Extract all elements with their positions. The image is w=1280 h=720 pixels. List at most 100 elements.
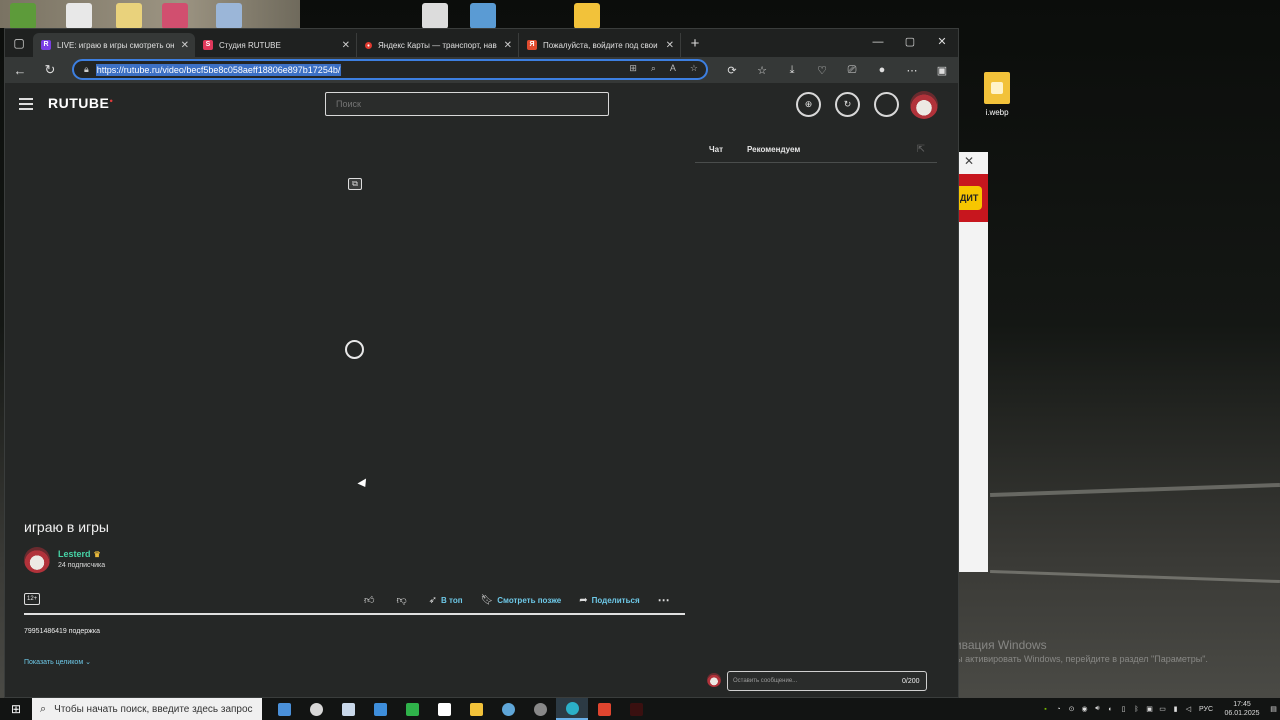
tray-app-icon[interactable]: ◐ <box>1104 706 1117 713</box>
lock-icon[interactable]: 🔒︎ <box>84 64 89 75</box>
app-taskbar-icon[interactable] <box>300 698 332 720</box>
tab-rutube-studio[interactable]: S Студия RUTUBE ✕ <box>195 33 357 57</box>
more-icon[interactable]: ⋯ <box>897 64 927 77</box>
tab-rutube-live[interactable]: R LIVE: играю в игры смотреть он ✕ <box>33 33 195 57</box>
tab-chat[interactable]: Чат <box>709 145 723 154</box>
tray-app-icon[interactable]: ◔ <box>1052 706 1065 713</box>
screenshot-icon[interactable]: ⎚ <box>837 64 867 77</box>
nvidia-icon[interactable]: ▪ <box>1039 706 1052 713</box>
app-taskbar-icon[interactable] <box>524 698 556 720</box>
studio-favicon-icon: S <box>203 40 213 50</box>
back-icon[interactable]: ← <box>5 63 35 78</box>
url-input[interactable]: 🔒︎ https://rutube.ru/video/becf5be8c058a… <box>72 59 708 80</box>
app-taskbar-icon[interactable] <box>620 698 652 720</box>
notifications-icon[interactable]: ↻ <box>835 92 860 117</box>
webp-file-icon[interactable]: i.webp <box>980 72 1014 117</box>
explorer-taskbar-icon[interactable] <box>460 698 492 720</box>
profile-icon[interactable]: ● <box>867 64 897 76</box>
menu-icon[interactable] <box>19 98 33 113</box>
extensions-icon[interactable]: ⟳ <box>717 64 747 77</box>
share-icon: ➦ <box>579 594 588 606</box>
to-top-button[interactable]: ➶ В топ <box>429 595 463 606</box>
favorites-icon[interactable]: ☆ <box>747 64 777 77</box>
share-button[interactable]: ➦ Поделиться <box>579 595 639 606</box>
background-window[interactable]: ✕ ДИТ <box>958 152 988 572</box>
read-aloud-icon[interactable]: A <box>670 63 676 74</box>
taskbar-search[interactable]: ⌕ Чтобы начать поиск, введите здесь запр… <box>32 698 262 720</box>
minecraft-desktop-icon[interactable] <box>10 3 36 29</box>
avatar[interactable] <box>910 91 938 119</box>
battery-icon[interactable]: ▮ <box>1169 705 1182 713</box>
show-all-label: Показать целиком <box>24 659 84 666</box>
close-tab-icon[interactable]: ✕ <box>342 40 350 51</box>
notepad-taskbar-icon[interactable] <box>332 698 364 720</box>
language-indicator[interactable]: РУС <box>1195 706 1217 713</box>
performance-icon[interactable]: ♡ <box>807 64 837 77</box>
app-desktop-icon[interactable] <box>162 3 188 29</box>
upload-icon[interactable]: ⊕ <box>796 92 821 117</box>
image-desktop-icon[interactable] <box>470 3 496 29</box>
close-tab-icon[interactable]: ✕ <box>504 40 512 51</box>
tray-app-icon[interactable]: ◉ <box>1078 705 1091 713</box>
new-tab-button[interactable]: + <box>683 35 707 52</box>
favorite-star-icon[interactable]: ☆ <box>690 63 698 74</box>
speaker-icon[interactable]: 🔊︎ <box>1091 705 1104 713</box>
image-file-icon <box>984 72 1010 104</box>
clock[interactable]: 17:45 06.01.2025 <box>1217 700 1267 718</box>
folder-desktop-icon[interactable] <box>116 3 142 29</box>
channel-name[interactable]: Lesterd ♛ <box>58 549 101 559</box>
activation-watermark: Активация Windows Чтобы активировать Win… <box>936 638 1208 666</box>
browser-toolbar: ⟳ ☆ ⤓ ♡ ⎚ ● ⋯ ▣ <box>717 57 957 83</box>
task-view-icon[interactable] <box>268 698 300 720</box>
like-button[interactable]: 👍︎ <box>364 594 378 606</box>
app-taskbar-icon[interactable] <box>396 698 428 720</box>
maximize-icon[interactable]: ▢ <box>894 29 926 57</box>
app-available-icon[interactable]: ⊞ <box>629 63 637 74</box>
sidebar-icon[interactable]: ▣ <box>927 64 957 77</box>
tab-yandex-maps[interactable]: • Яндекс Карты — транспорт, нав ✕ <box>357 33 519 57</box>
close-icon[interactable]: ✕ <box>964 154 974 168</box>
zoom-icon[interactable]: ⌕ <box>651 63 656 74</box>
dislike-button[interactable]: 👎︎ <box>396 594 410 606</box>
picture-in-picture-icon[interactable]: ⧉ <box>348 178 362 190</box>
chat-message-input[interactable]: Оставить сообщение... <box>727 671 927 691</box>
downloads-icon[interactable]: ⤓ <box>777 64 807 77</box>
popout-icon[interactable]: ⇱ <box>917 144 925 155</box>
show-all-link[interactable]: Показать целиком ⌄ <box>24 658 91 666</box>
minimize-icon[interactable]: — <box>862 29 894 57</box>
webp-desktop-icon[interactable] <box>574 3 600 29</box>
channel-avatar[interactable] <box>24 547 50 573</box>
rutube-logo[interactable]: RUTUBE● <box>48 95 113 111</box>
close-window-icon[interactable]: ✕ <box>926 29 958 57</box>
bluetooth-icon[interactable]: ᛒ <box>1130 706 1143 713</box>
tray-app-icon[interactable]: ⊙ <box>1065 705 1078 713</box>
search-input[interactable] <box>325 92 609 116</box>
tray-app-icon[interactable]: ▣ <box>1143 705 1156 713</box>
watch-later-button[interactable]: 🔖︎ Смотреть позже <box>481 595 562 606</box>
tray-app-icon[interactable]: ▯ <box>1117 705 1130 713</box>
subscriber-count: 24 подписчика <box>58 562 106 569</box>
video-player[interactable]: ⧉ <box>5 123 695 518</box>
url-text[interactable]: https://rutube.ru/video/becf5be8c058aeff… <box>95 63 342 76</box>
app-taskbar-icon[interactable] <box>588 698 620 720</box>
tab-actions-icon[interactable]: ▢ <box>5 29 33 57</box>
file-desktop-icon[interactable] <box>422 3 448 29</box>
tab-yandex-login[interactable]: Я Пожалуйста, войдите под свои ✕ <box>519 33 681 57</box>
document-desktop-icon[interactable] <box>66 3 92 29</box>
banner-button[interactable]: ДИТ <box>958 186 982 210</box>
notifications-tray-icon[interactable]: ▤ <box>1267 705 1280 713</box>
studio-icon[interactable] <box>874 92 899 117</box>
close-tab-icon[interactable]: ✕ <box>181 40 189 51</box>
edge-taskbar-icon[interactable] <box>556 698 588 720</box>
close-tab-icon[interactable]: ✕ <box>666 40 674 51</box>
more-options-icon[interactable]: ⋯ <box>658 593 671 607</box>
windows-start-icon[interactable]: ⊞ <box>0 702 32 716</box>
pen-desktop-icon[interactable] <box>216 3 242 29</box>
network-icon[interactable]: ▭ <box>1156 705 1169 713</box>
volume-icon[interactable]: ◁ <box>1182 705 1195 713</box>
refresh-icon[interactable]: ↻ <box>35 62 65 78</box>
store-taskbar-icon[interactable] <box>428 698 460 720</box>
app-taskbar-icon[interactable] <box>364 698 396 720</box>
app-taskbar-icon[interactable] <box>492 698 524 720</box>
tab-recommended[interactable]: Рекомендуем <box>747 145 800 154</box>
